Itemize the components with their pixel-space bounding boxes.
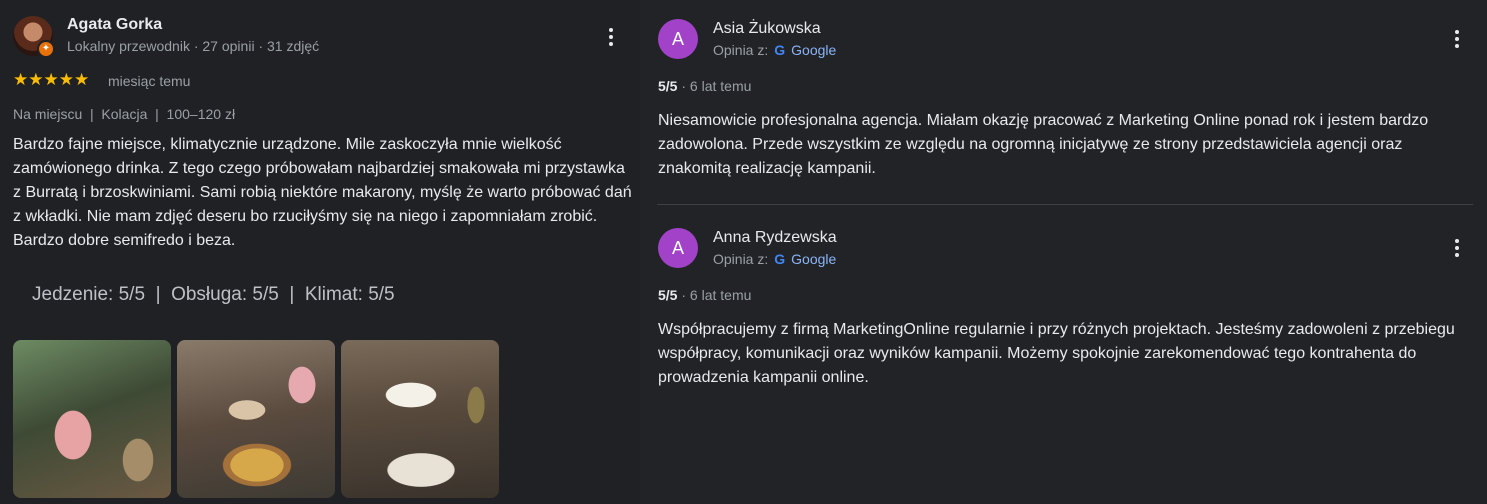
- author-name[interactable]: Agata Gorka: [67, 16, 162, 34]
- review-tags: Na miejscu | Kolacja | 100–120 zł: [13, 106, 236, 122]
- more-vert-icon[interactable]: [1445, 27, 1469, 51]
- review-time: · 6 lat temu: [677, 78, 752, 94]
- author-meta: Lokalny przewodnik · 27 opinii · 31 zdję…: [67, 38, 320, 54]
- review-text: Niesamowicie profesjonalna agencja. Miał…: [658, 112, 1429, 177]
- review-score: 5/5: [658, 287, 678, 303]
- avatar[interactable]: A: [658, 228, 698, 268]
- google-g-icon: G: [774, 42, 786, 58]
- review-source: Opinia z: G Google: [713, 42, 836, 58]
- avatar[interactable]: ✦: [13, 16, 55, 58]
- divider: [657, 204, 1473, 205]
- review-time: · 6 lat temu: [677, 287, 752, 303]
- review-photo-plates[interactable]: [341, 340, 499, 498]
- source-label: Opinia z:: [713, 251, 769, 267]
- category-ratings: Jedzenie: 5/5 | Obsługa: 5/5 | Klimat: 5…: [32, 284, 395, 305]
- review-score-line: 5/5 · 6 lat temu: [658, 287, 751, 303]
- review-photo-drink[interactable]: [13, 340, 171, 498]
- review-source: Opinia z: G Google: [713, 251, 836, 267]
- review-score: 5/5: [658, 78, 678, 94]
- source-label: Opinia z:: [713, 42, 769, 58]
- review-text: Współpracujemy z firmą MarketingOnline r…: [658, 321, 1455, 386]
- local-guide-badge-icon: ✦: [37, 40, 55, 58]
- author-name[interactable]: Anna Rydzewska: [713, 229, 837, 247]
- more-vert-icon[interactable]: [1445, 236, 1469, 260]
- review-time: miesiąc temu: [108, 73, 191, 89]
- review-card-agata: ✦ Agata Gorka Lokalny przewodnik · 27 op…: [0, 0, 640, 504]
- author-name[interactable]: Asia Żukowska: [713, 20, 821, 38]
- review-photo-table[interactable]: [177, 340, 335, 498]
- more-vert-icon[interactable]: [599, 25, 623, 49]
- source-name[interactable]: Google: [791, 251, 836, 267]
- review-score-line: 5/5 · 6 lat temu: [658, 78, 751, 94]
- star-rating: ★★★★★: [13, 70, 90, 89]
- source-name[interactable]: Google: [791, 42, 836, 58]
- avatar[interactable]: A: [658, 19, 698, 59]
- google-g-icon: G: [774, 251, 786, 267]
- review-text: Bardzo fajne miejsce, klimatycznie urząd…: [13, 136, 632, 249]
